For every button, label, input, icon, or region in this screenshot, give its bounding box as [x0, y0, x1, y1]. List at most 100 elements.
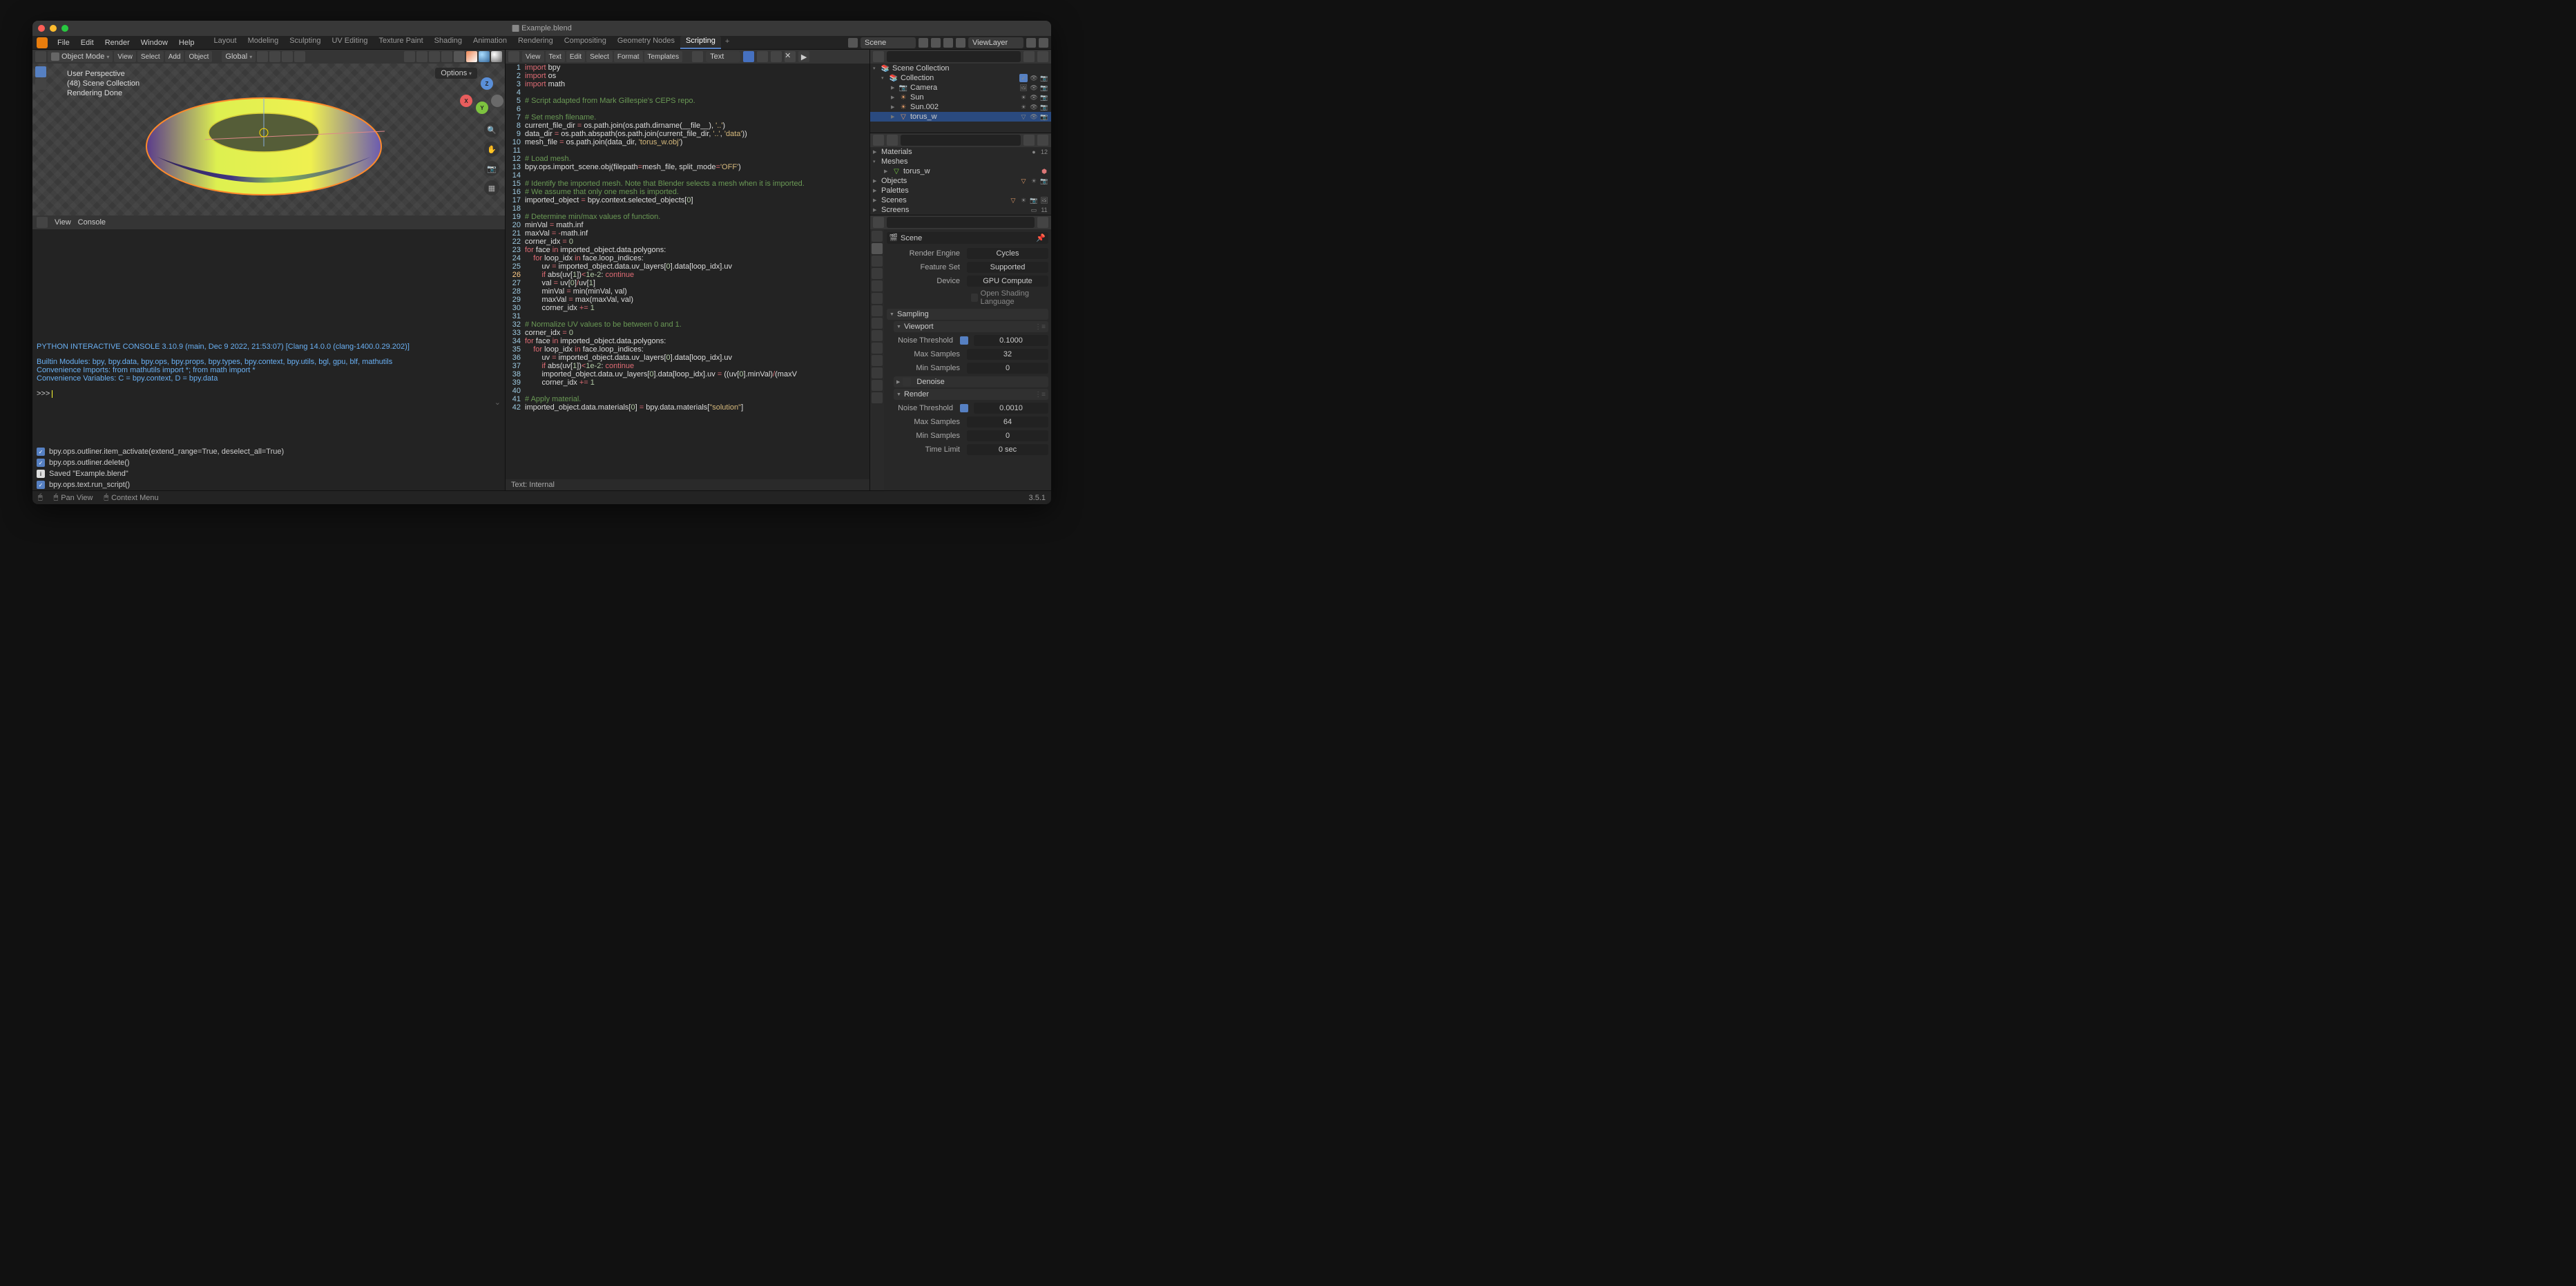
code-text[interactable]	[525, 171, 869, 180]
new-viewlayer-icon[interactable]	[1026, 38, 1036, 48]
code-line[interactable]: 34for face in imported_object.data.polyg…	[506, 337, 869, 345]
viewport-menu-add[interactable]: Add	[165, 51, 184, 62]
code-line[interactable]: 22corner_idx = 0	[506, 238, 869, 246]
python-console[interactable]: PYTHON INTERACTIVE CONSOLE 3.10.9 (main,…	[32, 229, 505, 446]
code-text[interactable]: for face in imported_object.data.polygon…	[525, 337, 869, 345]
viewport-menu-select[interactable]: Select	[137, 51, 164, 62]
noise-threshold-render[interactable]: 0.0010	[974, 403, 1048, 414]
featureset-select[interactable]: Supported	[967, 262, 1048, 273]
code-line[interactable]: 11	[506, 146, 869, 155]
outliner-item-torus_w[interactable]: ▶▽torus_w▽👁📷	[870, 112, 1051, 122]
code-text[interactable]: data_dir = os.path.abspath(os.path.join(…	[525, 130, 869, 138]
code-text[interactable]: # Normalize UV values to be between 0 an…	[525, 320, 869, 329]
code-line[interactable]: 2import os	[506, 72, 869, 80]
tab-uv-editing[interactable]: UV Editing	[326, 36, 373, 49]
code-text[interactable]	[525, 204, 869, 213]
text-datablock-selector[interactable]: Text	[706, 51, 740, 62]
new-text-icon[interactable]	[757, 51, 768, 62]
pin-icon[interactable]	[919, 38, 928, 48]
menu-render[interactable]: Render	[99, 37, 135, 48]
code-text[interactable]: for loop_idx in face.loop_indices:	[525, 345, 869, 354]
tab-scene-icon[interactable]	[872, 280, 883, 291]
xray-icon[interactable]	[441, 51, 452, 62]
code-line[interactable]: 13bpy.ops.import_scene.obj(filepath=mesh…	[506, 163, 869, 171]
datarow-materials[interactable]: ▶Materials●12	[870, 147, 1051, 157]
code-text[interactable]: corner_idx += 1	[525, 304, 869, 312]
code-text[interactable]: # Script adapted from Mark Gillespie's C…	[525, 97, 869, 105]
new-scene-icon[interactable]	[931, 38, 941, 48]
snap-type-icon[interactable]	[282, 51, 293, 62]
min-samples-viewport[interactable]: 0	[967, 363, 1048, 374]
text-menu-templates[interactable]: Templates	[644, 51, 683, 62]
text-menu-text[interactable]: Text	[546, 51, 565, 62]
text-menu-select[interactable]: Select	[586, 51, 613, 62]
props-breadcrumb[interactable]: 🎬Scene📌	[887, 232, 1048, 244]
orientation-selector[interactable]: Global▾	[222, 51, 256, 62]
tab-material-icon[interactable]	[872, 380, 883, 391]
unlink-text-icon[interactable]	[771, 51, 782, 62]
code-text[interactable]: maxVal = max(maxVal, val)	[525, 296, 869, 304]
gizmo-icon[interactable]	[416, 51, 427, 62]
code-text[interactable]: uv = imported_object.data.uv_layers[0].d…	[525, 354, 869, 362]
code-text[interactable]: minVal = math.inf	[525, 221, 869, 229]
datarow-palettes[interactable]: ▶Palettes	[870, 186, 1051, 195]
snap-icon[interactable]	[269, 51, 280, 62]
delete-viewlayer-icon[interactable]	[1039, 38, 1048, 48]
filter-icon[interactable]	[1023, 51, 1035, 62]
code-text[interactable]: minVal = min(minVal, val)	[525, 287, 869, 296]
code-text[interactable]	[525, 88, 869, 97]
code-text[interactable]: # Set mesh filename.	[525, 113, 869, 122]
properties-body[interactable]: 🎬Scene📌 Render EngineCycles Feature SetS…	[884, 229, 1051, 490]
code-line[interactable]: 10mesh_file = os.path.join(data_dir, 'to…	[506, 138, 869, 146]
scene-icon[interactable]	[848, 38, 858, 48]
tab-shading[interactable]: Shading	[429, 36, 468, 49]
code-line[interactable]: 42imported_object.data.materials[0] = bp…	[506, 403, 869, 412]
tab-geometry-nodes[interactable]: Geometry Nodes	[612, 36, 680, 49]
viewlayer-selector[interactable]: ViewLayer	[968, 37, 1023, 48]
code-text[interactable]: maxVal = -math.inf	[525, 229, 869, 238]
shading-matcap-icon[interactable]	[479, 51, 490, 62]
code-text[interactable]: import bpy	[525, 64, 869, 72]
text-menu-format[interactable]: Format	[614, 51, 643, 62]
filter-options-icon[interactable]	[1037, 135, 1048, 146]
tab-modeling[interactable]: Modeling	[242, 36, 285, 49]
gizmo-x-axis[interactable]: X	[460, 95, 472, 107]
info-line[interactable]: iSaved "Example.blend"	[32, 468, 505, 479]
overlay-icon[interactable]	[429, 51, 440, 62]
code-text[interactable]: corner_idx = 0	[525, 238, 869, 246]
time-limit[interactable]: 0 sec	[967, 444, 1048, 455]
code-line[interactable]: 18	[506, 204, 869, 213]
code-line[interactable]: 33corner_idx = 0	[506, 329, 869, 337]
zoom-window-icon[interactable]	[61, 25, 68, 32]
code-text[interactable]: if abs(uv[1])<1e-2: continue	[525, 362, 869, 370]
code-line[interactable]: 7# Set mesh filename.	[506, 113, 869, 122]
blender-logo-icon[interactable]	[37, 37, 48, 48]
code-line[interactable]: 40	[506, 387, 869, 395]
code-line[interactable]: 15# Identify the imported mesh. Note tha…	[506, 180, 869, 188]
eye-icon[interactable]: 👁	[1030, 113, 1038, 121]
code-line[interactable]: 25 uv = imported_object.data.uv_layers[0…	[506, 262, 869, 271]
code-text[interactable]: for face in imported_object.data.polygon…	[525, 246, 869, 254]
text-editor-type-icon[interactable]	[508, 51, 519, 62]
new-collection-icon[interactable]	[1037, 51, 1048, 62]
text-menu-view[interactable]: View	[522, 51, 544, 62]
viewport-menu-view[interactable]: View	[114, 51, 136, 62]
code-line[interactable]: 14	[506, 171, 869, 180]
code-line[interactable]: 20minVal = math.inf	[506, 221, 869, 229]
run-script-button[interactable]: ▶	[798, 51, 809, 62]
props-options-icon[interactable]	[1037, 217, 1048, 228]
tool-select-icon[interactable]	[35, 66, 46, 77]
code-line[interactable]: 12# Load mesh.	[506, 155, 869, 163]
add-workspace-button[interactable]: +	[721, 36, 733, 49]
outliner-search[interactable]	[887, 51, 1021, 62]
tab-texture-icon[interactable]	[872, 392, 883, 403]
engine-select[interactable]: Cycles	[967, 248, 1048, 259]
code-line[interactable]: 17imported_object = bpy.context.selected…	[506, 196, 869, 204]
eye-icon[interactable]: 👁	[1030, 74, 1038, 82]
camera-icon[interactable]: 📷	[1040, 113, 1048, 121]
sampling-panel[interactable]: Sampling	[887, 309, 1048, 320]
tab-modifier-icon[interactable]	[872, 318, 883, 329]
close-window-icon[interactable]	[38, 25, 45, 32]
outliner-editor-icon[interactable]	[873, 51, 884, 62]
code-line[interactable]: 37 if abs(uv[1])<1e-2: continue	[506, 362, 869, 370]
